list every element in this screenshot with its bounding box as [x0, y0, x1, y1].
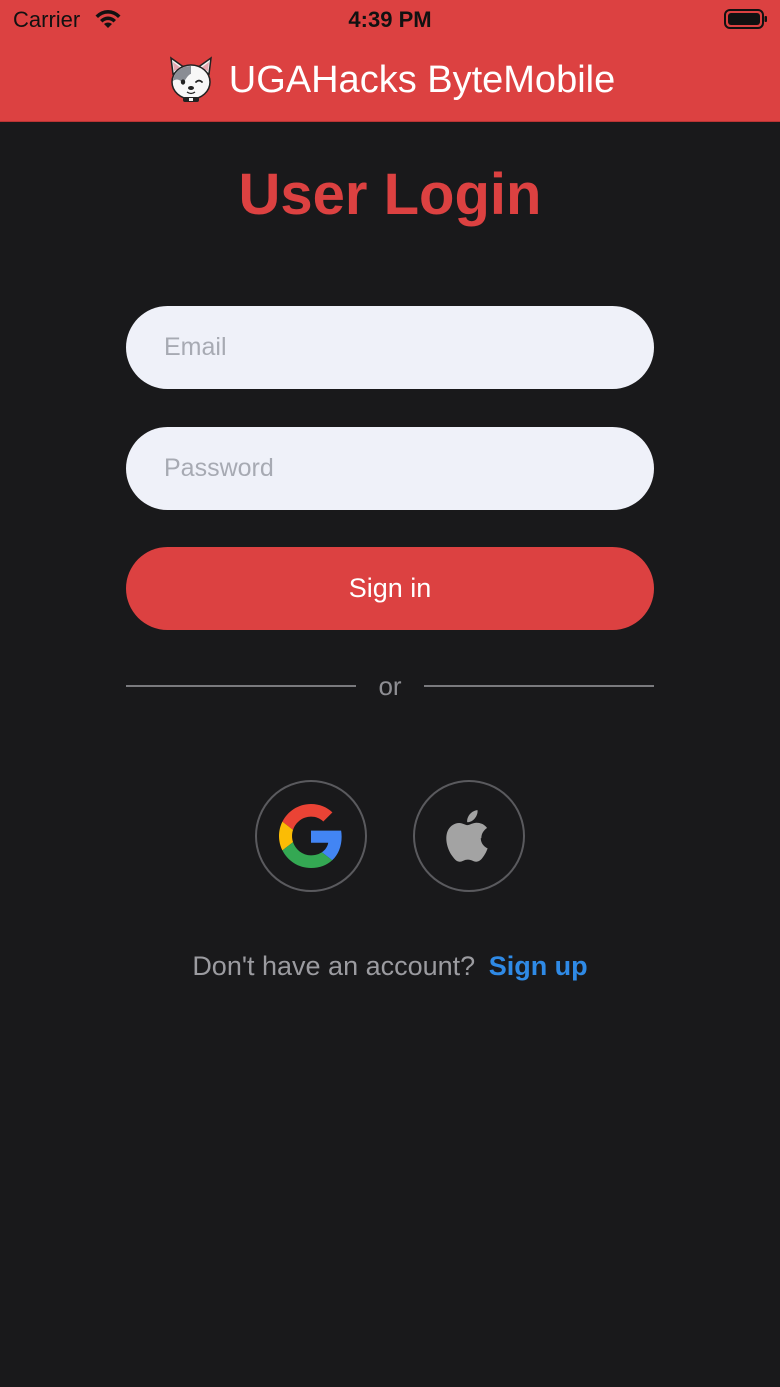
page-title: User Login [238, 162, 542, 227]
dog-mascot-icon [169, 56, 212, 102]
divider-line-left [126, 685, 356, 687]
sign-in-button[interactable]: Sign in [126, 547, 654, 630]
google-sign-in-button[interactable] [255, 780, 367, 892]
battery-icon [724, 9, 767, 29]
sign-up-prompt: Don't have an account? [192, 951, 476, 981]
sign-up-link[interactable]: Sign up [489, 951, 588, 981]
divider-line-right [424, 685, 654, 687]
apple-sign-in-button[interactable] [413, 780, 525, 892]
status-bar: Carrier 4:39 PM [0, 0, 780, 40]
password-field[interactable] [126, 427, 654, 510]
app-header: Carrier 4:39 PM UGAHacks ByteMobile [0, 0, 780, 122]
clock: 4:39 PM [348, 7, 432, 32]
app-title: UGAHacks ByteMobile [228, 59, 616, 101]
google-icon [279, 804, 342, 868]
sign-up-row: Don't have an account? Sign up [0, 946, 780, 986]
email-field[interactable] [126, 306, 654, 389]
apple-icon [446, 810, 488, 862]
app-title-row: UGAHacks ByteMobile [0, 52, 780, 108]
or-divider-text: or [378, 671, 402, 701]
